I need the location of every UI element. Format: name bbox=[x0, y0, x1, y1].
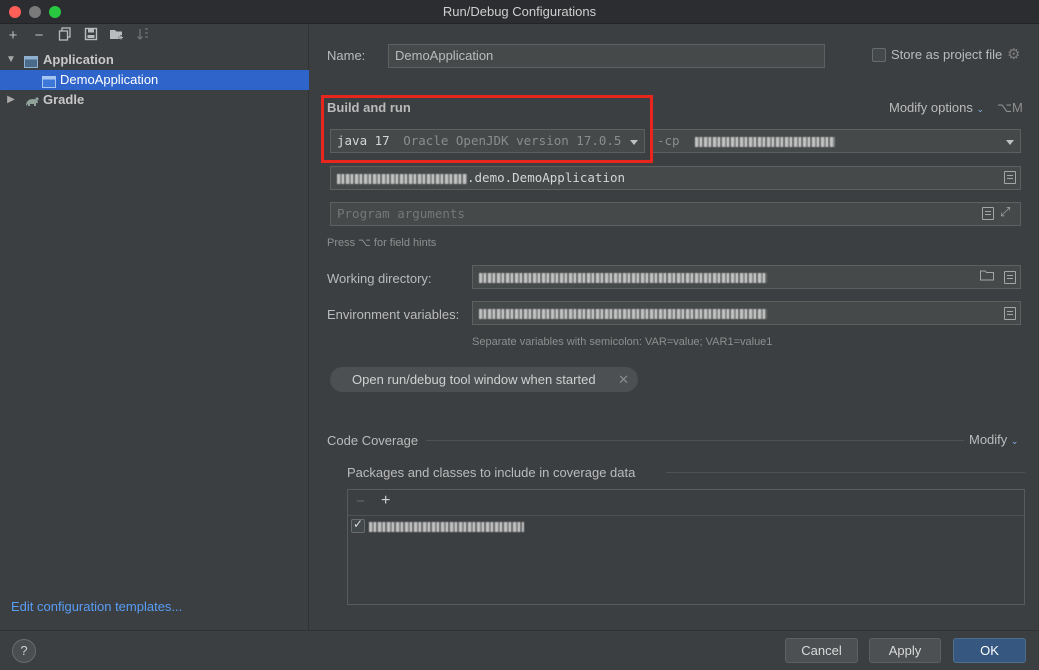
add-icon[interactable]: + bbox=[4, 27, 22, 45]
configuration-editor: Name: DemoApplication Store as project f… bbox=[310, 25, 1039, 630]
window-titlebar: Run/Debug Configurations bbox=[0, 0, 1039, 24]
field-hints-text: Press ⌥ for field hints bbox=[327, 237, 437, 249]
open-tool-window-label: Open run/debug tool window when started bbox=[352, 372, 596, 387]
jdk-select[interactable]: java 17 Oracle OpenJDK version 17.0.5 bbox=[330, 129, 645, 153]
expand-field-icon[interactable] bbox=[1004, 271, 1016, 284]
store-as-project-file-label: Store as project file bbox=[891, 47, 1003, 62]
configurations-sidebar: + − ▼ Application DemoApplication ▶ Grad… bbox=[0, 25, 309, 630]
expand-field-icon[interactable] bbox=[1004, 171, 1016, 184]
edit-configuration-templates-link[interactable]: Edit configuration templates... bbox=[11, 599, 182, 614]
coverage-modify-link[interactable]: Modify ⌄ bbox=[969, 432, 1018, 447]
apply-button[interactable]: Apply bbox=[869, 638, 941, 663]
redacted-env bbox=[479, 308, 767, 319]
redacted-package bbox=[369, 522, 524, 532]
cancel-button[interactable]: Cancel bbox=[785, 638, 858, 663]
modify-options-label: Modify options bbox=[889, 100, 973, 115]
main-class-suffix: .demo.DemoApplication bbox=[467, 170, 626, 185]
list-item[interactable] bbox=[351, 517, 651, 536]
tree-item-label: Application bbox=[43, 52, 114, 67]
new-folder-icon[interactable] bbox=[108, 27, 126, 45]
tree-item-label: Gradle bbox=[43, 92, 85, 107]
include-package-checkbox[interactable] bbox=[351, 517, 365, 533]
application-icon bbox=[42, 74, 56, 88]
sort-icon[interactable] bbox=[134, 27, 152, 45]
tree-item-gradle[interactable]: ▶ Gradle bbox=[0, 90, 309, 110]
window-title: Run/Debug Configurations bbox=[442, 4, 597, 19]
program-arguments-input[interactable]: Program arguments bbox=[330, 202, 1021, 226]
main-class-input[interactable]: .demo.DemoApplication bbox=[330, 166, 1021, 190]
folder-icon[interactable] bbox=[980, 269, 994, 284]
gradle-icon bbox=[24, 94, 39, 106]
sidebar-toolbar: + − bbox=[0, 25, 309, 49]
environment-variables-label: Environment variables: bbox=[327, 307, 460, 322]
packages-label: Packages and classes to include in cover… bbox=[347, 465, 636, 480]
chevron-down-icon[interactable]: ▼ bbox=[6, 50, 16, 70]
name-input[interactable]: DemoApplication bbox=[388, 44, 825, 68]
working-directory-input[interactable] bbox=[472, 265, 1021, 289]
chevron-right-icon[interactable]: ▶ bbox=[6, 90, 16, 110]
chevron-down-icon[interactable] bbox=[630, 140, 638, 145]
tree-item-application[interactable]: ▼ Application bbox=[0, 50, 309, 70]
tree-item-demoapplication[interactable]: DemoApplication bbox=[0, 70, 309, 90]
modify-options-link[interactable]: Modify options ⌄ bbox=[889, 100, 984, 115]
env-hint-text: Separate variables with semicolon: VAR=v… bbox=[472, 336, 773, 348]
jdk-detail: Oracle OpenJDK version 17.0.5 bbox=[403, 133, 622, 148]
close-icon[interactable]: ✕ bbox=[618, 367, 629, 392]
classpath-select[interactable]: -cp bbox=[650, 129, 1021, 153]
coverage-list-toolbar: − + bbox=[348, 490, 1024, 516]
redacted-module-name bbox=[695, 136, 836, 147]
open-tool-window-option[interactable]: Open run/debug tool window when started … bbox=[330, 367, 638, 392]
chevron-down-icon: ⌄ bbox=[1010, 436, 1019, 446]
environment-variables-input[interactable] bbox=[472, 301, 1021, 325]
name-label: Name: bbox=[327, 48, 366, 63]
redacted-package bbox=[337, 173, 467, 184]
coverage-modify-label: Modify bbox=[969, 432, 1008, 447]
build-and-run-heading: Build and run bbox=[327, 100, 411, 115]
jdk-version: java 17 bbox=[337, 133, 390, 148]
expand-field-icon[interactable] bbox=[982, 207, 994, 220]
redacted-path bbox=[479, 272, 767, 283]
add-icon[interactable]: + bbox=[381, 492, 390, 510]
code-coverage-heading: Code Coverage bbox=[327, 433, 419, 448]
expand-field-icon[interactable] bbox=[1004, 307, 1016, 320]
remove-icon[interactable]: − bbox=[356, 493, 365, 510]
ok-button[interactable]: OK bbox=[953, 638, 1026, 663]
section-divider bbox=[426, 440, 964, 441]
section-divider bbox=[666, 472, 1025, 473]
remove-icon[interactable]: − bbox=[30, 27, 48, 45]
application-icon bbox=[24, 54, 38, 68]
help-button[interactable]: ? bbox=[12, 639, 36, 663]
cp-label: -cp bbox=[657, 133, 680, 148]
coverage-packages-list: − + bbox=[347, 489, 1025, 605]
modify-options-shortcut: ⌥M bbox=[997, 100, 1023, 115]
store-as-project-file-checkbox[interactable] bbox=[872, 48, 886, 62]
tree-item-label: DemoApplication bbox=[60, 72, 159, 87]
working-directory-label: Working directory: bbox=[327, 271, 432, 286]
gear-icon[interactable]: ⚙ bbox=[1007, 45, 1020, 63]
chevron-down-icon[interactable] bbox=[1006, 140, 1014, 145]
copy-icon[interactable] bbox=[56, 27, 74, 45]
dialog-footer: ? Cancel Apply OK bbox=[0, 630, 1039, 670]
chevron-down-icon: ⌄ bbox=[976, 104, 984, 114]
expand-arrows-icon[interactable]: ⤢ bbox=[1000, 204, 1010, 220]
save-icon[interactable] bbox=[82, 27, 100, 45]
